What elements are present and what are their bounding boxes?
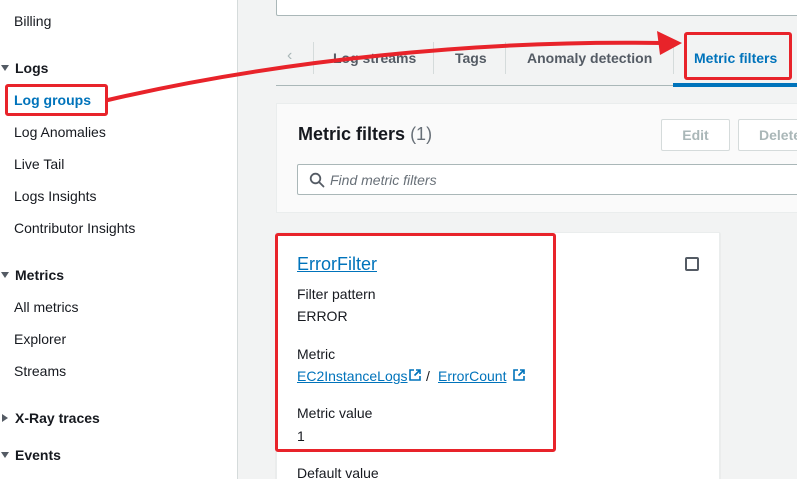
annotation-highlight-filter-card — [275, 233, 556, 452]
log-group-details-card — [276, 0, 797, 16]
sidebar-section-logs[interactable]: Logs — [0, 60, 48, 76]
annotation-highlight-metric-filters — [684, 32, 792, 80]
sidebar-section-label: Events — [15, 447, 61, 463]
sidebar-item-all-metrics[interactable]: All metrics — [14, 299, 79, 315]
default-value-label: Default value — [297, 465, 379, 479]
sidebar-nav: Billing Logs Log groups Log Anomalies Li… — [0, 0, 238, 479]
tab-scroll-left-icon[interactable]: ‹ — [287, 47, 296, 65]
annotation-highlight-log-groups — [5, 84, 108, 116]
caret-down-icon — [1, 452, 9, 458]
caret-down-icon — [1, 272, 9, 278]
filter-select-checkbox[interactable] — [685, 257, 699, 271]
panel-title: Metric filters — [298, 124, 406, 144]
tab-divider — [673, 42, 674, 74]
delete-button[interactable]: Delete — [738, 119, 797, 151]
sidebar-item-streams[interactable]: Streams — [14, 363, 66, 379]
caret-right-icon — [2, 414, 8, 422]
sidebar-section-metrics[interactable]: Metrics — [0, 267, 64, 283]
filter-count: (1) — [410, 124, 433, 144]
sidebar-item-billing[interactable]: Billing — [14, 13, 51, 29]
tab-divider — [313, 42, 314, 74]
caret-down-icon — [1, 65, 9, 71]
active-tab-indicator — [673, 83, 797, 87]
sidebar-item-log-anomalies[interactable]: Log Anomalies — [14, 124, 106, 140]
search-icon — [309, 172, 325, 188]
sidebar-item-logs-insights[interactable]: Logs Insights — [14, 188, 97, 204]
tab-divider — [433, 42, 434, 74]
sidebar-section-label: Metrics — [15, 267, 65, 283]
edit-button[interactable]: Edit — [661, 119, 730, 151]
tab-tags[interactable]: Tags — [455, 50, 487, 66]
metric-filters-heading: Metric filters (1) — [298, 124, 432, 145]
sidebar-section-label: Logs — [15, 60, 49, 76]
tab-anomaly-detection[interactable]: Anomaly detection — [527, 50, 652, 66]
sidebar-section-label: X-Ray traces — [15, 410, 100, 426]
sidebar-item-live-tail[interactable]: Live Tail — [14, 156, 64, 172]
tab-divider — [505, 42, 506, 74]
tab-log-streams[interactable]: Log streams — [333, 50, 416, 66]
sidebar-section-events[interactable]: Events — [0, 447, 61, 463]
sidebar-section-xray[interactable]: X-Ray traces — [0, 410, 100, 426]
sidebar-item-contributor-insights[interactable]: Contributor Insights — [14, 220, 135, 236]
search-input[interactable] — [330, 165, 790, 194]
sidebar-item-explorer[interactable]: Explorer — [14, 331, 66, 347]
